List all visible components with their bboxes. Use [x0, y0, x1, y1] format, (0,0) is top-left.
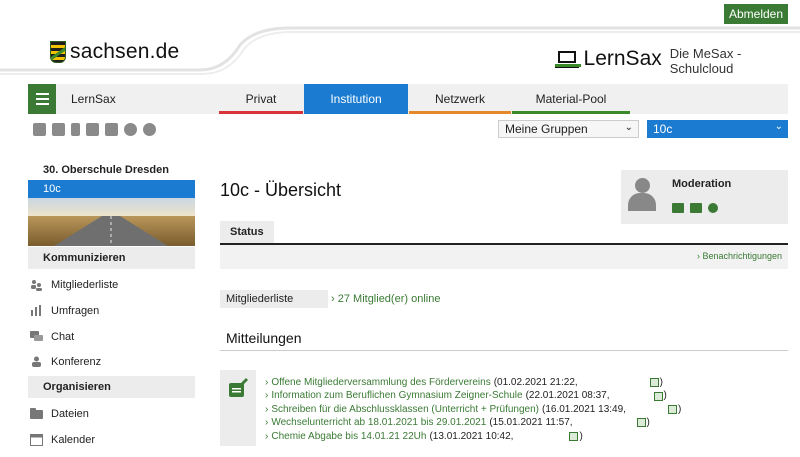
sidebar-heading-organisieren: Organisieren [28, 376, 195, 398]
author-badge-icon[interactable] [667, 405, 677, 415]
export-icon[interactable] [86, 123, 99, 136]
sidebar-item-label: Dateien [51, 407, 89, 420]
avatar-icon [628, 178, 656, 212]
chevron-down-icon: ⌄ [624, 122, 633, 133]
messages-divider [220, 350, 788, 351]
sidebar-heading-kommunizieren: Kommunizieren [28, 247, 195, 269]
main-navbar [28, 84, 788, 114]
sidebar-item-dateien[interactable]: Dateien [30, 407, 89, 420]
users-icon[interactable] [105, 123, 118, 136]
hamburger-menu-button[interactable] [28, 84, 56, 114]
tab-label: Netzwerk [434, 92, 485, 106]
author-badge-icon[interactable] [653, 391, 663, 401]
message-link[interactable]: Schreiben für die Abschlussklassen (Unte… [271, 403, 539, 416]
smiley-icon[interactable] [708, 203, 718, 213]
message-date: (01.02.2021 21:22, [493, 377, 578, 388]
message-link[interactable]: Information zum Beruflichen Gymnasium Ze… [271, 389, 522, 402]
chevron-down-icon: ⌄ [774, 121, 783, 132]
tab-netzwerk[interactable]: Netzwerk [409, 84, 511, 114]
sachsen-logo[interactable]: sachsen.de [50, 40, 179, 64]
notice-board-icon [229, 378, 248, 397]
lernsax-brand-text: LernSax [583, 47, 662, 70]
message-item: › Schreiben für die Abschlussklassen (Un… [265, 403, 682, 416]
nav-home-label[interactable]: LernSax [71, 92, 116, 106]
message-item: › Chemie Abgabe bis 14.01.21 22Uh (13.01… [265, 430, 583, 443]
sidebar-item-10c[interactable]: 10c [28, 180, 195, 198]
message-link[interactable]: Offene Mitgliederversammlung des Förderv… [271, 376, 490, 389]
author-badge-icon[interactable] [649, 378, 659, 388]
message-item: › Information zum Beruflichen Gymnasium … [265, 389, 667, 402]
message-date: (16.01.2021 13:49, [541, 403, 626, 415]
message-date: (22.01.2021 08:37, [525, 390, 610, 402]
tab-accent-bar [219, 111, 303, 114]
mail-icon[interactable] [690, 203, 702, 213]
sidebar-item-chat[interactable]: Chat [30, 330, 74, 343]
message-date: (13.01.2021 10:42, [429, 430, 514, 442]
sidebar-item-label: Konferenz [51, 355, 102, 368]
lernsax-logo[interactable]: LernSax Die MeSax - Schulcloud [555, 42, 800, 76]
help-icon[interactable] [143, 123, 156, 136]
author-badge-icon[interactable] [636, 418, 646, 428]
settings-icon[interactable] [124, 123, 137, 136]
bookmark-icon[interactable] [71, 123, 80, 136]
tab-label: Material-Pool [535, 92, 607, 106]
tab-accent-bar [512, 111, 630, 114]
author-badge-icon[interactable] [569, 431, 579, 441]
class-select-value: 10c [653, 122, 673, 136]
conference-icon [32, 356, 41, 367]
sidebar-item-konferenz[interactable]: Konferenz [30, 355, 101, 368]
members-icon [31, 280, 42, 291]
sidebar-item-label: Chat [51, 330, 75, 343]
message-link[interactable]: Chemie Abgabe bis 14.01.21 22Uh [271, 430, 426, 443]
notifications-link-label: Benachrichtigungen [702, 251, 782, 261]
members-label: Mitgliederliste [220, 290, 328, 308]
tab-material-pool[interactable]: Material-Pool [512, 84, 630, 114]
logout-button[interactable]: Abmelden [724, 4, 788, 24]
contact-card-icon[interactable] [672, 203, 684, 213]
quick-toolbar [33, 123, 156, 136]
tab-accent-bar [409, 111, 511, 114]
calendar-icon [30, 434, 43, 446]
sachsen-brand-text: sachsen.de [70, 40, 180, 63]
sidebar-item-label: Kalender [51, 433, 96, 446]
moderation-actions [672, 203, 718, 213]
page-title: 10c - Übersicht [220, 180, 342, 200]
groups-select[interactable]: Meine Gruppen ⌄ [498, 120, 639, 138]
sidebar-item-umfragen[interactable]: Umfragen [30, 304, 99, 317]
poll-icon [31, 305, 41, 316]
message-item: › Wechselunterricht ab 18.01.2021 bis 29… [265, 416, 650, 429]
groups-select-value: Meine Gruppen [505, 122, 588, 136]
members-online-label: 27 Mitglied(er) online [337, 293, 441, 305]
class-select[interactable]: 10c ⌄ [647, 120, 788, 138]
messages-heading: Mitteilungen [226, 330, 302, 346]
tab-status[interactable]: Status [220, 221, 274, 243]
saxony-crest-icon [50, 41, 66, 63]
messages-list: › Offene Mitgliederversammlung des Förde… [265, 376, 681, 443]
sidebar-item-label: Mitgliederliste [51, 278, 119, 291]
members-online-link[interactable]: › 27 Mitglied(er) online [331, 293, 440, 305]
lernsax-subtitle: Die MeSax - Schulcloud [669, 46, 742, 76]
tab-label: Institution [330, 92, 382, 106]
message-link[interactable]: Wechselunterricht ab 18.01.2021 bis 29.0… [271, 416, 486, 429]
files-icon [30, 408, 43, 419]
network-icon[interactable] [33, 123, 46, 136]
sidebar-item-label: Umfragen [51, 304, 100, 317]
message-icon[interactable] [52, 123, 65, 136]
notifications-link[interactable]: › Benachrichtigungen [697, 251, 782, 261]
tab-institution[interactable]: Institution [304, 84, 408, 114]
sidebar-item-kalender[interactable]: Kalender [30, 433, 95, 446]
tab-privat[interactable]: Privat [219, 84, 303, 114]
brand-underline [555, 64, 581, 67]
tab-label: Privat [245, 92, 277, 106]
class-header-image [28, 198, 195, 246]
school-name[interactable]: 30. Oberschule Dresden [43, 164, 169, 176]
moderation-label: Moderation [672, 178, 732, 190]
message-date: (15.01.2021 11:57, [489, 417, 573, 429]
chat-icon [30, 331, 43, 341]
sidebar-item-mitgliederliste[interactable]: Mitgliederliste [30, 278, 118, 291]
message-item: › Offene Mitgliederversammlung des Förde… [265, 376, 664, 389]
